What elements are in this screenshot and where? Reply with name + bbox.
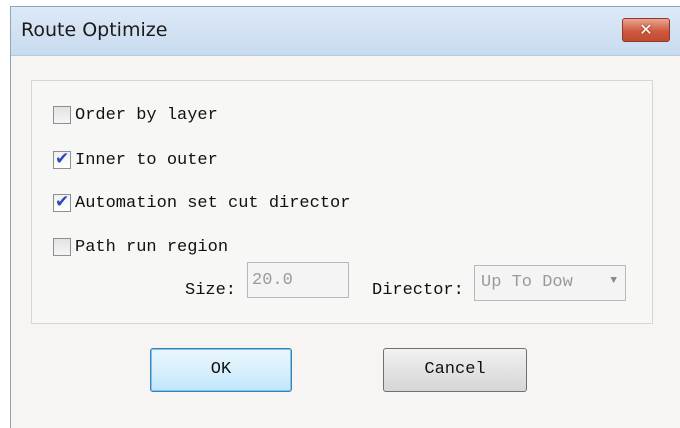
size-input[interactable]	[247, 262, 349, 298]
director-select[interactable]: Up To Dow ▼	[474, 265, 626, 301]
checkbox-box[interactable]	[53, 106, 71, 124]
check-icon: ✔	[55, 192, 70, 212]
cancel-button[interactable]: Cancel	[383, 348, 527, 392]
title-bar: Route Optimize ✕	[11, 7, 680, 56]
size-label: Size:	[185, 281, 237, 300]
close-icon: ✕	[639, 20, 653, 39]
automation-set-cut-director-checkbox[interactable]: ✔ Automation set cut director	[53, 192, 350, 214]
checkbox-label: Automation set cut director	[75, 193, 351, 213]
director-label: Director:	[372, 281, 464, 300]
ok-button[interactable]: OK	[150, 348, 292, 392]
close-button[interactable]: ✕	[622, 18, 670, 42]
order-by-layer-checkbox[interactable]: Order by layer	[53, 104, 218, 126]
inner-to-outer-checkbox[interactable]: ✔ Inner to outer	[53, 149, 218, 171]
checkbox-box[interactable]: ✔	[53, 192, 71, 212]
director-value: Up To Dow	[481, 273, 573, 292]
check-icon: ✔	[55, 149, 70, 169]
checkbox-box[interactable]: ✔	[53, 149, 71, 169]
checkbox-label: Inner to outer	[75, 150, 218, 170]
path-run-region-checkbox[interactable]: Path run region	[53, 236, 228, 258]
chevron-down-icon: ▼	[610, 275, 617, 287]
window-title: Route Optimize	[21, 19, 168, 41]
checkbox-box[interactable]	[53, 238, 71, 256]
checkbox-label: Path run region	[75, 237, 229, 257]
checkbox-label: Order by layer	[75, 105, 218, 125]
